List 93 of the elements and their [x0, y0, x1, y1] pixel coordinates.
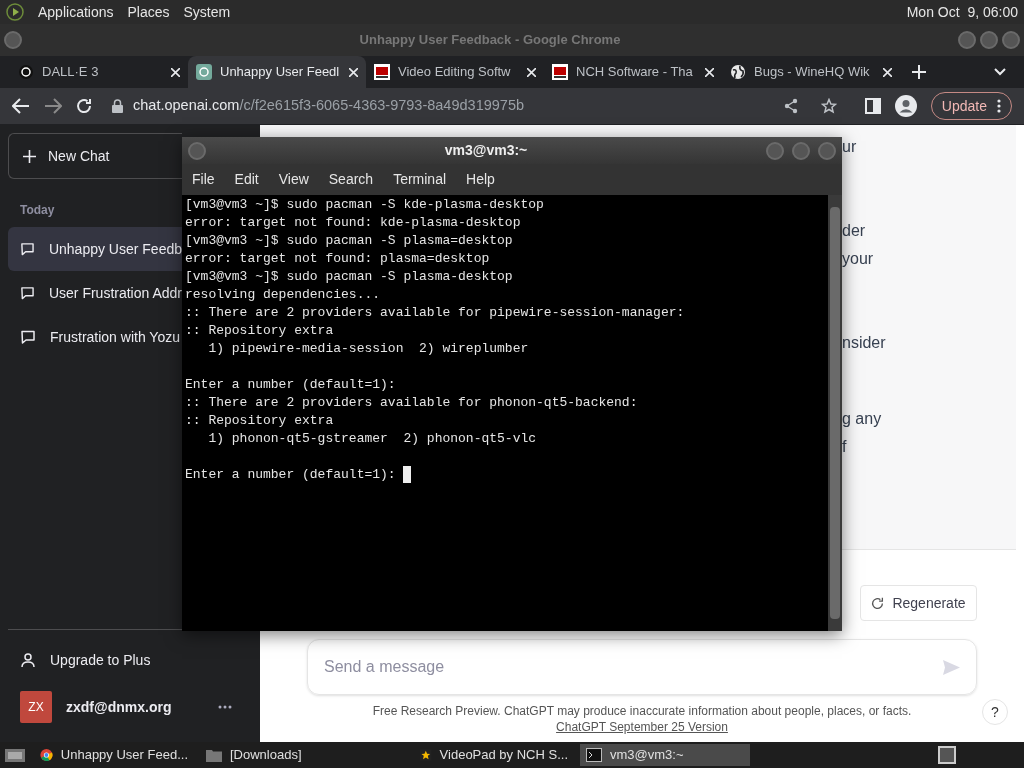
chat-bubble-icon	[20, 329, 36, 345]
message-text: ur	[842, 137, 858, 157]
terminal-line: :: There are 2 providers available for phonon-qt5-backend:	[185, 394, 639, 412]
window-button[interactable]	[1002, 31, 1020, 49]
address-bar[interactable]: chat.openai.com/c/f2e615f3-6065-4363-9793-8a49d319975b	[106, 91, 851, 121]
window-title: Unhappy User Feedback - Google Chrome	[358, 31, 622, 50]
window-button[interactable]	[958, 31, 976, 49]
terminal-line: 1) pipewire-media-session 2) wireplumber	[207, 340, 530, 358]
menu-item[interactable]: Help	[456, 169, 505, 190]
regenerate-button[interactable]: Regenerate	[860, 585, 977, 621]
reload-icon[interactable]	[76, 98, 92, 114]
scrollbar[interactable]	[828, 195, 842, 631]
chrome-ball-icon	[40, 747, 53, 763]
close-icon[interactable]	[705, 67, 714, 77]
menu-item[interactable]: Terminal	[383, 169, 457, 190]
terminal-line: :: Repository extra	[185, 412, 335, 430]
menu-item[interactable]: Search	[318, 169, 384, 190]
chat-bubble-icon	[20, 285, 35, 301]
section-label: Today	[20, 202, 55, 219]
close-icon[interactable]	[171, 67, 180, 77]
message-text: f	[842, 437, 848, 457]
text-cursor	[403, 466, 412, 483]
star-outline-icon[interactable]	[820, 98, 837, 114]
clock: Mon Oct 9, 06:00	[906, 2, 1018, 22]
taskbar-item[interactable]: Unhappy User Feed...	[34, 744, 194, 766]
menu-item[interactable]: Edit	[224, 169, 269, 190]
chat-history-item[interactable]: User Frustration Addr	[8, 271, 182, 315]
terminal-line: Enter a number (default=1):	[185, 466, 397, 484]
plus-icon[interactable]	[912, 65, 926, 79]
forward-arrow-icon[interactable]	[44, 98, 62, 114]
menu-item[interactable]: File	[192, 169, 225, 190]
message-input[interactable]: Send a message	[307, 639, 977, 695]
terminal-line: error: target not found: kde-plasma-desktop	[185, 214, 522, 232]
avatar-icon[interactable]	[894, 95, 917, 117]
terminal-line: :: Repository extra	[185, 322, 335, 340]
message-input-field[interactable]: Send a message	[324, 655, 943, 679]
more-icon[interactable]	[218, 705, 232, 709]
window-button[interactable]	[980, 31, 998, 49]
browser-tab[interactable]: Unhappy User Feedl	[188, 56, 366, 88]
message-text: your	[842, 249, 875, 269]
plus-icon	[23, 149, 36, 163]
terminal-line: [vm3@vm3 ~]$ sudo pacman -S plasma-desktop	[185, 268, 514, 286]
window-title: vm3@vm3:~	[443, 141, 529, 160]
terminal-icon	[586, 748, 602, 762]
new-chat-button[interactable]: New Chat	[8, 133, 182, 179]
back-arrow-icon[interactable]	[12, 98, 30, 114]
terminal-line: [vm3@vm3 ~]$ sudo pacman -S plasma=desktop	[185, 232, 514, 250]
message-text: g any	[842, 409, 883, 429]
account-item[interactable]: ZX zxdf@dnmx.org	[8, 682, 252, 732]
more-vertical-icon[interactable]	[997, 99, 1001, 113]
user-icon	[20, 652, 36, 668]
square-logo-icon	[374, 64, 390, 80]
menu-item[interactable]: View	[268, 169, 319, 190]
chat-history-item[interactable]: Frustration with Yozu	[8, 315, 182, 359]
terminal-line: resolving dependencies...	[185, 286, 382, 304]
taskbar-item[interactable]: vm3@vm3:~	[580, 744, 750, 766]
play-logo-icon[interactable]	[6, 3, 24, 21]
version-link[interactable]: ChatGPT September 25 Version	[556, 720, 728, 734]
chat-history-item[interactable]: Unhappy User Feedb	[8, 227, 182, 271]
share-icon[interactable]	[782, 98, 799, 114]
disclaimer-text: Free Research Preview. ChatGPT may produce inaccurate information about people, places, or facts. ChatGPT September 25 Version	[371, 703, 913, 735]
square-logo-icon	[552, 64, 568, 80]
side-panel-icon[interactable]	[864, 98, 881, 114]
chevron-down-icon[interactable]	[994, 68, 1006, 76]
refresh-icon	[871, 596, 885, 610]
message-text: nsider	[842, 333, 887, 353]
message-text: der	[842, 221, 867, 241]
terminal-line: error: target not found: plasma=desktop	[185, 250, 491, 268]
browser-tab[interactable]: DALL·E 3	[10, 56, 188, 88]
browser-tab[interactable]: Video Editing Softw	[366, 56, 544, 88]
folder-icon	[206, 748, 222, 762]
panel-menu[interactable]: System	[183, 1, 231, 23]
close-icon[interactable]	[883, 67, 892, 77]
close-icon[interactable]	[349, 67, 358, 77]
browser-tab[interactable]: NCH Software - Tha	[544, 56, 722, 88]
taskbar-item[interactable]: VideoPad by NCH S...	[414, 744, 574, 766]
terminal-line: [vm3@vm3 ~]$ sudo pacman -S kde-plasma-desktop	[185, 196, 545, 214]
workspace-icon[interactable]	[938, 746, 956, 764]
chat-bubble-icon	[20, 241, 35, 257]
taskbar-item[interactable]: [Downloads]	[200, 744, 360, 766]
panel-menu[interactable]: Applications	[38, 1, 114, 23]
user-avatar: ZX	[20, 691, 52, 723]
help-button[interactable]: ?	[982, 699, 1008, 725]
browser-tab[interactable]: Bugs - WineHQ Wik	[722, 56, 900, 88]
terminal-line: :: There are 2 providers available for pipewire-session-manager:	[185, 304, 686, 322]
terminal-line: 1) phonon-qt5-gstreamer 2) phonon-qt5-vlc	[207, 430, 538, 448]
globe-icon	[730, 64, 746, 80]
close-icon[interactable]	[527, 67, 536, 77]
window-button[interactable]	[4, 31, 22, 49]
lock-icon	[112, 99, 123, 113]
panel-menu[interactable]: Places	[127, 1, 170, 23]
terminal-line: Enter a number (default=1):	[185, 376, 397, 394]
upgrade-item[interactable]: Upgrade to Plus	[8, 638, 252, 682]
